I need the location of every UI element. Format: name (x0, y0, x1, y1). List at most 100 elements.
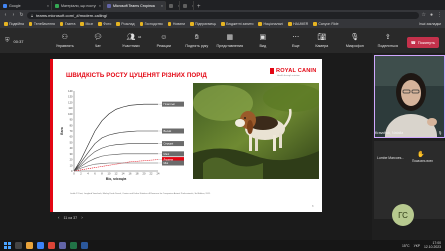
brand-mark-icon (270, 68, 274, 74)
shared-content-stage: ШВИДКІСТЬ РОСТУ ЦУЦЕНЯТ РІЗНИХ ПОРІД ROY… (0, 53, 372, 251)
start-icon[interactable] (4, 242, 11, 249)
bookmark-item[interactable]: Підприємець (190, 22, 216, 26)
y-tick-label: 30 (70, 152, 73, 156)
x-tick-label: 10 (108, 172, 111, 176)
emoji-icon: ☺ (160, 34, 168, 41)
os-taskbar: 15°C УКР 17:00 12.10.2023 (0, 240, 445, 251)
tab-favicon-icon (183, 3, 187, 8)
language-indicator[interactable]: УКР (414, 244, 420, 248)
close-icon[interactable]: × (47, 4, 49, 8)
x-tick-label: 20 (143, 172, 146, 176)
folder-icon (4, 22, 8, 26)
y-tick-label: 40 (70, 146, 73, 150)
view-icon: ▣ (259, 34, 267, 41)
mic-button[interactable]: 🎙︎ Микрофон (342, 34, 368, 48)
tab-favicon-icon (55, 3, 59, 8)
x-tick-label: 14 (122, 172, 125, 176)
people-icon: 👥︎ 44 (126, 34, 142, 41)
bookmark-item[interactable]: Розклад (116, 22, 135, 26)
slide-controls: ‹ 11 из 37 › (58, 215, 83, 220)
bookmark-label: Газета (64, 22, 76, 26)
toolbar-label: Чат (94, 44, 101, 48)
toolbar-label: Участники (121, 44, 140, 48)
chat-button[interactable]: 💬︎ Чат (85, 34, 111, 48)
clock[interactable]: 17:00 12.10.2023 (424, 241, 441, 250)
people-button[interactable]: 👥︎ 44 Участники (118, 34, 144, 48)
browser-tab-strip: Google×Матеріали, що поступили у TTC×Mic… (0, 0, 445, 10)
bookmark-item[interactable]: Газета (59, 22, 76, 26)
folder-icon (221, 22, 225, 26)
speaker-name: Kravchuk, Natalia (375, 131, 404, 135)
bookmark-label: Підприємець (195, 22, 217, 26)
meeting-timer: 00:37 (13, 38, 24, 44)
excel-icon[interactable] (70, 242, 77, 249)
x-tick-label: 18 (136, 172, 139, 176)
leave-button[interactable]: ☎ Покинуть (406, 36, 439, 48)
phone-icon: ☎ (410, 39, 416, 45)
camera-icon: 📷︎ (317, 34, 327, 41)
folder-icon (139, 22, 144, 26)
browser-tab[interactable]: Microsoft Teams Сторінка × (104, 1, 166, 10)
share-icon: ⇪ (384, 34, 391, 41)
y-tick-label: 20 (70, 158, 73, 162)
series-line-3 (73, 153, 158, 172)
edge-icon[interactable] (37, 242, 44, 249)
series-line-0 (73, 103, 158, 172)
bookmark-item[interactable]: Новини (167, 22, 185, 26)
back-icon[interactable]: ‹ (3, 12, 8, 18)
browser-tab[interactable]: Матеріали, що поступили у TTC× (52, 1, 104, 10)
bookmark-item[interactable]: Фото (98, 22, 111, 26)
bookmark-label: Canyon Ride (318, 22, 339, 26)
emoji-button[interactable]: ☺ Реакции (151, 34, 177, 48)
tab-favicon-icon (3, 3, 7, 8)
bookmark-item[interactable]: Господство (139, 22, 163, 26)
speaker-video[interactable] (374, 55, 445, 138)
bookmarks-more[interactable]: Інші закладки (419, 22, 441, 26)
next-slide-icon[interactable]: › (81, 215, 83, 220)
bookmark-label: Мозг (85, 22, 94, 26)
bookmark-star-icon[interactable]: ☆ (422, 12, 426, 18)
series-label-1: Великі (164, 129, 172, 133)
view-button[interactable]: ▣ Вид (250, 34, 276, 48)
bookmark-item[interactable]: Мозг (80, 22, 93, 26)
bookmark-label: Фото (103, 22, 112, 26)
browser-tab[interactable]: × (166, 1, 180, 10)
file-explorer-icon[interactable] (26, 242, 33, 249)
more-button[interactable]: ⋯ Еще (283, 34, 309, 48)
close-icon[interactable]: × (161, 4, 163, 8)
browser-tab[interactable]: Google × (0, 1, 52, 10)
forward-icon[interactable]: › (11, 12, 16, 18)
camera-button[interactable]: 📷︎ Камера (309, 34, 335, 48)
show-all-link[interactable]: Показать всех (412, 159, 433, 163)
users-button[interactable]: ⚇ Управлять (52, 34, 78, 48)
menu-icon[interactable]: ⋮ (437, 12, 442, 18)
bookmark-label: Розклад (121, 22, 135, 26)
grid-button[interactable]: ▦ Представления (217, 34, 244, 48)
browser-tab[interactable]: × (180, 1, 194, 10)
hand-button[interactable]: ✋︎ Поднять руку (184, 34, 210, 48)
teams-icon[interactable] (59, 242, 66, 249)
close-icon[interactable]: × (99, 4, 101, 8)
more-icon: ⋯ (292, 34, 300, 41)
share-button[interactable]: ⇪ Поделиться (375, 34, 401, 48)
meeting-av-controls: 📷︎ Камера 🎙︎ Микрофон ⇪ Поделиться (309, 34, 407, 48)
reload-icon[interactable]: ↻ (19, 12, 24, 18)
search-icon[interactable] (15, 242, 22, 249)
bookmark-item[interactable]: Телебачення (28, 22, 55, 26)
url-field[interactable]: 🔒︎ teams.microsoft.com/_#/modern-calling… (27, 11, 419, 19)
bookmark-item[interactable]: Подвійна (4, 22, 24, 26)
x-tick-label: 6 (94, 172, 96, 176)
bookmark-item[interactable]: Бюджетні запити (221, 22, 253, 26)
mic-icon: 🎙︎ (350, 34, 360, 41)
prev-slide-icon[interactable]: ‹ (58, 215, 60, 220)
bookmark-item[interactable]: Canyon Ride (313, 22, 339, 26)
word-icon[interactable] (81, 242, 88, 249)
meeting-toolbar: ⛨ 00:37 ⚇ Управлять 💬︎ Чат 👥︎ 44 Участники ☺ Реа… (0, 29, 445, 53)
profile-icon[interactable]: ● (429, 12, 434, 18)
bookmark-item[interactable]: Національні (258, 22, 283, 26)
chrome-icon[interactable] (48, 242, 55, 249)
bookmark-item[interactable]: HAUMER (288, 22, 308, 26)
bookmark-label: HAUMER (293, 22, 309, 26)
x-tick-label: 16 (129, 172, 132, 176)
toolbar-label: Поднять руку (185, 44, 209, 48)
